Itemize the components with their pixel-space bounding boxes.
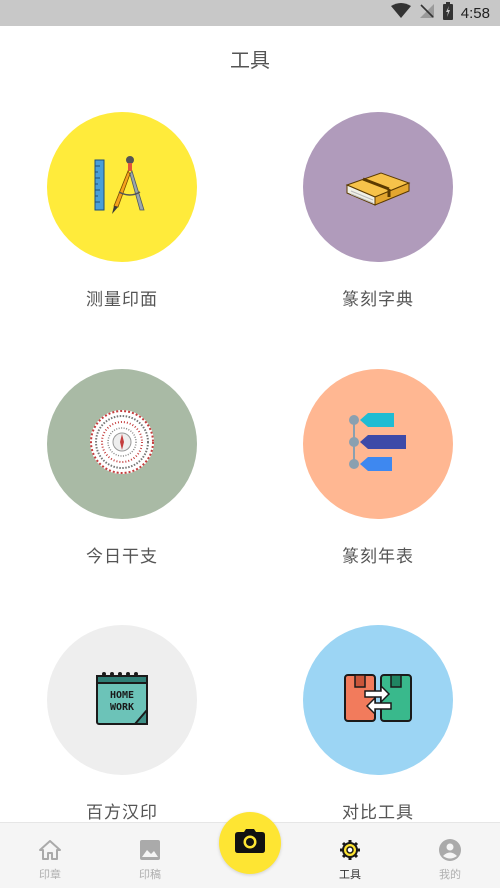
tool-label: 测量印面 [86, 290, 158, 310]
tool-daily-ganzhi[interactable]: 今日干支 [47, 369, 197, 569]
nav-label: 印章 [39, 868, 61, 881]
svg-text:HOME: HOME [110, 690, 134, 701]
status-bar: 4:58 [0, 0, 500, 26]
image-icon [140, 838, 160, 862]
book-icon [343, 163, 413, 211]
ruler-compass-icon [92, 154, 152, 220]
tool-measure-seal[interactable]: 测量印面 [47, 112, 197, 312]
tool-circle [303, 369, 453, 519]
tool-circle [47, 369, 197, 519]
nav-item-seals[interactable]: 印章 [0, 823, 100, 888]
tool-hundred-han-seals[interactable]: HOME WORK 百方汉印 [47, 625, 197, 825]
tool-label: 篆刻年表 [342, 547, 414, 567]
tool-compare[interactable]: 对比工具 [303, 625, 453, 825]
tool-label: 对比工具 [342, 803, 414, 823]
nav-item-profile[interactable]: 我的 [400, 823, 500, 888]
tool-label: 今日干支 [86, 547, 158, 567]
camera-button[interactable] [219, 812, 281, 874]
nav-item-tools[interactable]: 工具 [300, 823, 400, 888]
tool-circle [303, 112, 453, 262]
page-title: 工具 [230, 48, 270, 72]
tool-label: 百方汉印 [86, 803, 158, 823]
tool-label: 篆刻字典 [342, 290, 414, 310]
tool-seal-dictionary[interactable]: 篆刻字典 [303, 112, 453, 312]
signal-icon [419, 3, 435, 23]
nav-label: 印稿 [139, 868, 161, 881]
gear-icon [339, 838, 361, 862]
tool-circle: HOME WORK [47, 625, 197, 775]
nav-label: 工具 [339, 868, 361, 881]
tool-circle [47, 112, 197, 262]
wifi-icon [390, 3, 411, 23]
status-time: 4:58 [460, 4, 490, 22]
camera-icon [235, 829, 265, 857]
timeline-icon [346, 412, 410, 476]
homework-notebook-icon: HOME WORK [95, 670, 149, 730]
status-icons: 4:58 [390, 2, 490, 24]
nav-label: 我的 [439, 868, 461, 881]
svg-text:WORK: WORK [110, 702, 134, 713]
account-circle-icon [439, 838, 461, 862]
nav-item-drafts[interactable]: 印稿 [100, 823, 200, 888]
tool-seal-chronology[interactable]: 篆刻年表 [303, 369, 453, 569]
home-icon [39, 838, 61, 862]
compare-boxes-icon [343, 673, 413, 727]
compass-dial-icon [89, 409, 155, 479]
tool-circle [303, 625, 453, 775]
battery-icon [442, 2, 453, 24]
